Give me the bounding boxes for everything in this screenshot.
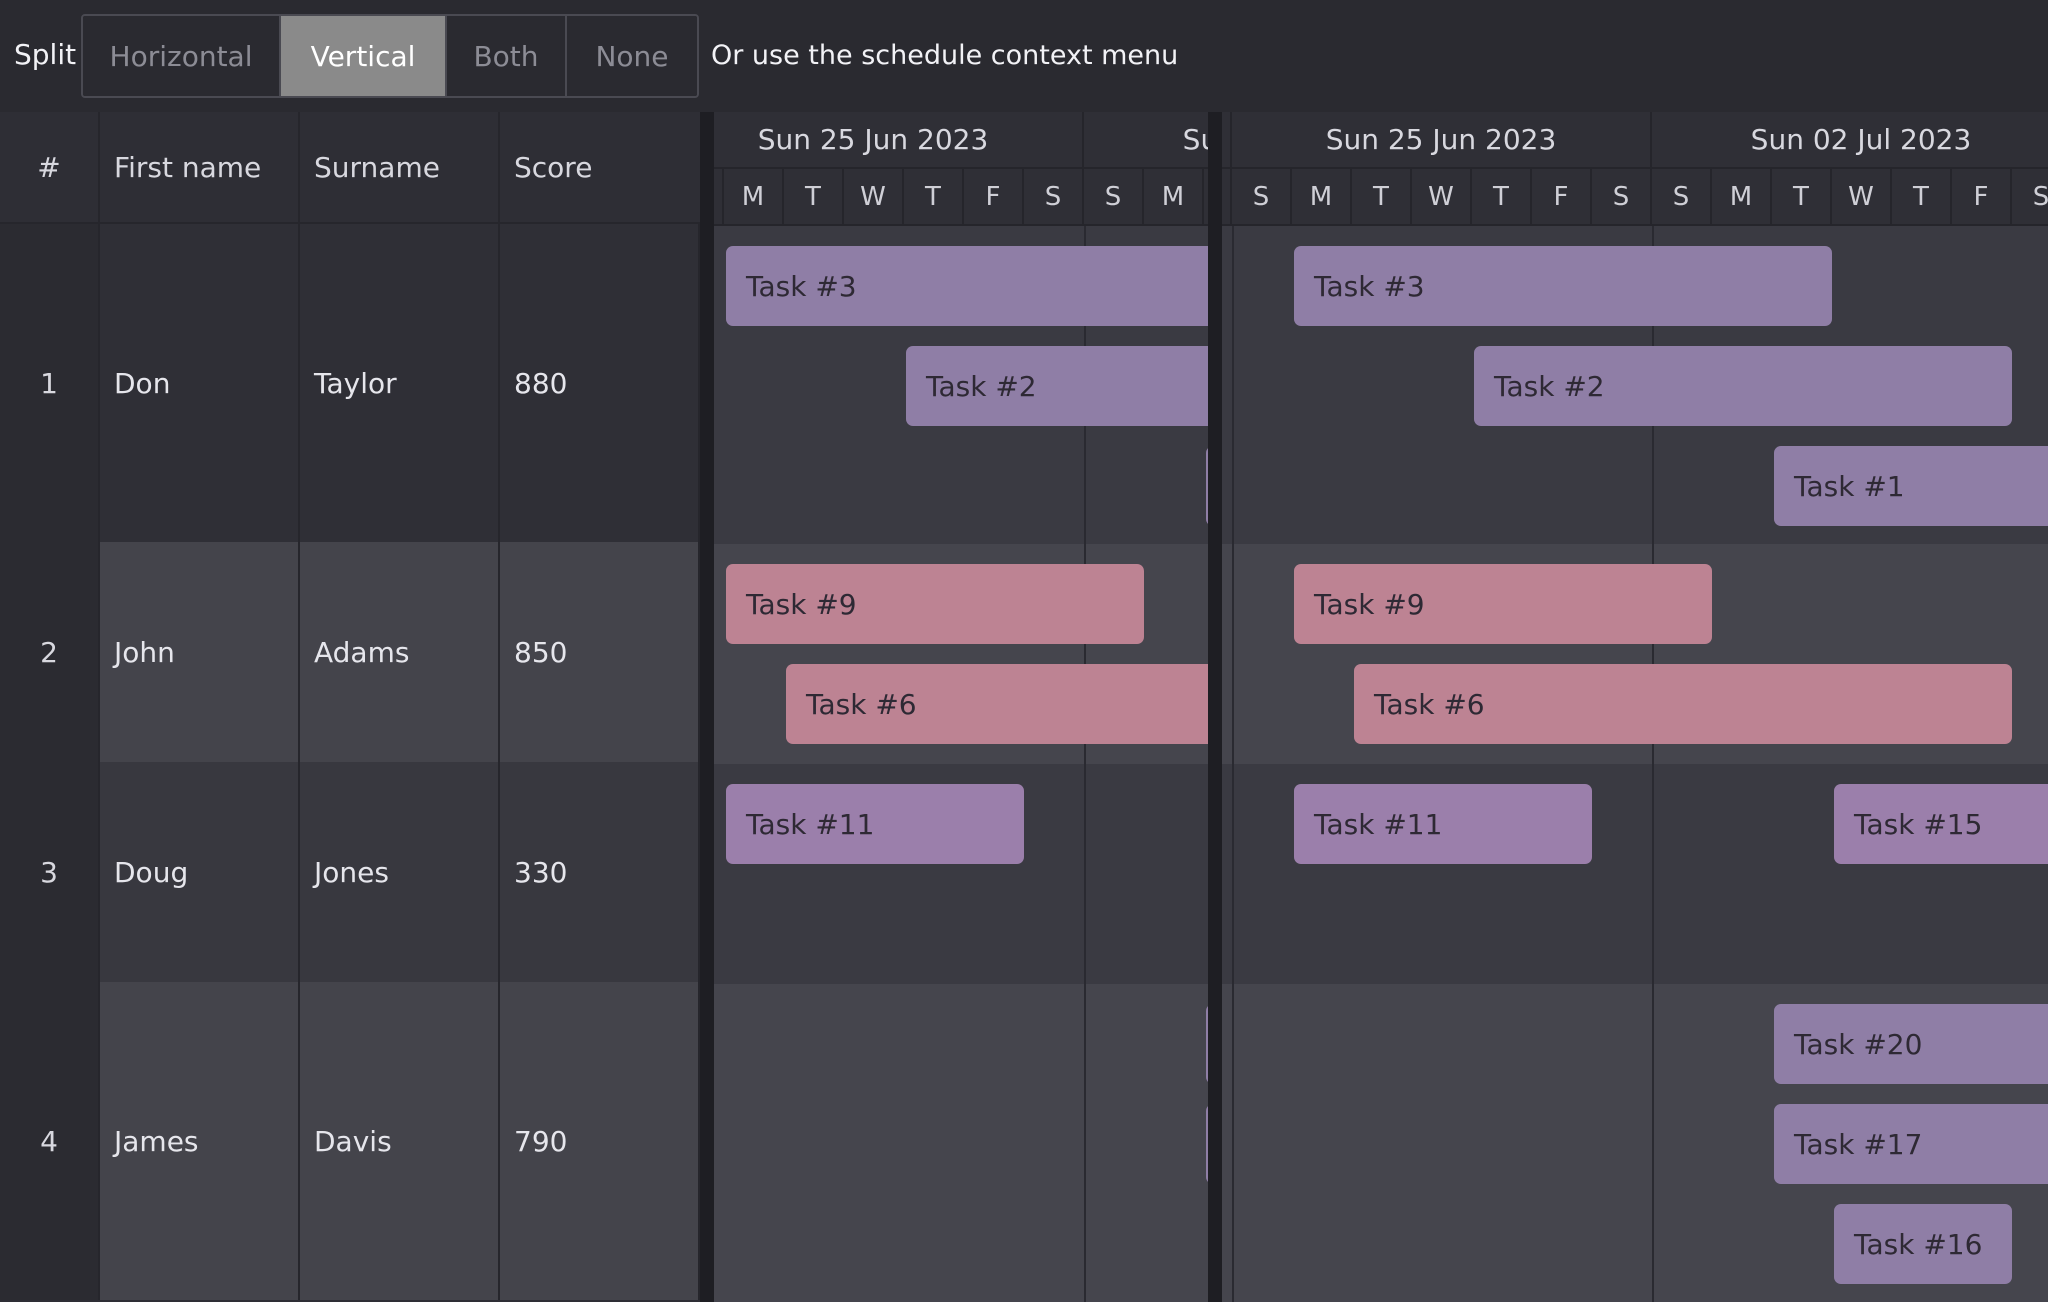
day-header-cell[interactable]: S	[1024, 169, 1084, 224]
event-bar[interactable]: Task #17	[1774, 1104, 2048, 1184]
day-header-cell[interactable]: W	[1412, 169, 1472, 224]
timeaxis-day-header: SMTWTFSSMTWTFSSMTWTFS	[714, 169, 1208, 226]
surname-cell: Taylor	[300, 224, 500, 542]
day-header-cell[interactable]: W	[844, 169, 904, 224]
schedule-row[interactable]	[714, 984, 1208, 1302]
week-header-cell[interactable]: Sun 02 Jul 2023	[1084, 112, 1208, 167]
event-bar[interactable]: Task #15	[1834, 784, 2048, 864]
score-cell: 880	[500, 224, 700, 542]
event-bar[interactable]: Task #11	[726, 784, 1024, 864]
event-bar[interactable]: Task #2	[1474, 346, 2012, 426]
day-header-cell[interactable]: M	[724, 169, 784, 224]
row-number-cell: 2	[0, 542, 100, 762]
timeaxis-day-header: SMTWTFSSMTWTFSSMTWTFS	[1222, 169, 2048, 226]
grid-row[interactable]: 2 John Adams 850	[0, 542, 700, 762]
day-header-cell[interactable]: S	[1592, 169, 1652, 224]
day-header-cell[interactable]: S	[1222, 169, 1232, 224]
week-header-cell[interactable]: Sun 18 Jun 2023	[1222, 112, 1232, 167]
day-header-cell[interactable]: F	[1952, 169, 2012, 224]
day-header-cell[interactable]: S	[2012, 169, 2048, 224]
score-cell: 330	[500, 762, 700, 982]
week-header-cell[interactable]: Sun 25 Jun 2023	[714, 112, 1084, 167]
hint-text: Or use the schedule context menu	[711, 40, 1179, 71]
row-number-cell: 1	[0, 224, 100, 542]
schedule-splitter[interactable]	[1208, 112, 1222, 1302]
event-bar[interactable]: Task #11	[1294, 784, 1592, 864]
split-vertical-button[interactable]: Vertical	[281, 16, 447, 96]
event-bar[interactable]: Task #9	[1294, 564, 1712, 644]
timeaxis-week-header: Sun 18 Jun 2023Sun 25 Jun 2023Sun 02 Jul…	[1222, 112, 2048, 169]
timeaxis-week-header: Sun 18 Jun 2023Sun 25 Jun 2023Sun 02 Jul…	[714, 112, 1208, 169]
row-number-cell: 3	[0, 762, 100, 982]
split-button-group: Horizontal Vertical Both None	[81, 14, 699, 98]
first-name-cell: John	[100, 542, 300, 762]
score-cell: 850	[500, 542, 700, 762]
split-none-button[interactable]: None	[567, 16, 697, 96]
column-header-first-name[interactable]: First name	[100, 112, 300, 224]
event-bar[interactable]: Task #6	[1354, 664, 2012, 744]
day-header-cell[interactable]: F	[964, 169, 1024, 224]
event-bar[interactable]: Task #3	[726, 246, 1208, 326]
schedule-pane-left[interactable]: Sun 18 Jun 2023Sun 25 Jun 2023Sun 02 Jul…	[714, 112, 1208, 1302]
day-header-cell[interactable]: W	[1832, 169, 1892, 224]
day-header-cell[interactable]: M	[1144, 169, 1204, 224]
event-bar[interactable]: Task #2	[906, 346, 1208, 426]
day-header-cell[interactable]: M	[1712, 169, 1772, 224]
first-name-cell: Don	[100, 224, 300, 542]
split-label: Split	[14, 38, 77, 71]
grid-splitter[interactable]	[700, 112, 714, 1302]
day-header-cell[interactable]: T	[1472, 169, 1532, 224]
day-header-cell[interactable]: S	[1652, 169, 1712, 224]
resource-grid: # First name Surname Score 1 Don Taylor 880…	[0, 112, 700, 1302]
week-header-cell[interactable]: Sun 02 Jul 2023	[1652, 112, 2048, 167]
surname-cell: Jones	[300, 762, 500, 982]
day-header-cell[interactable]: T	[1892, 169, 1952, 224]
event-bar[interactable]: Task #9	[726, 564, 1144, 644]
score-cell: 790	[500, 982, 700, 1300]
toolbar: Split Horizontal Vertical Both None Or u…	[0, 0, 2048, 112]
event-bar[interactable]: Task #16	[1834, 1204, 2012, 1284]
day-header-cell[interactable]: F	[1532, 169, 1592, 224]
day-header-cell[interactable]: S	[1232, 169, 1292, 224]
event-bar[interactable]: Task #3	[1294, 246, 1832, 326]
day-header-cell[interactable]: M	[1292, 169, 1352, 224]
event-bar[interactable]: Task #20	[1774, 1004, 2048, 1084]
column-header-surname[interactable]: Surname	[300, 112, 500, 224]
day-header-cell[interactable]: T	[784, 169, 844, 224]
day-header-cell[interactable]: T	[1352, 169, 1412, 224]
row-number-cell: 4	[0, 982, 100, 1300]
split-both-button[interactable]: Both	[447, 16, 567, 96]
week-header-cell[interactable]: Sun 25 Jun 2023	[1232, 112, 1652, 167]
event-bar[interactable]: Task #1	[1774, 446, 2048, 526]
day-header-cell[interactable]: S	[1084, 169, 1144, 224]
first-name-cell: James	[100, 982, 300, 1300]
surname-cell: Adams	[300, 542, 500, 762]
day-header-cell[interactable]: T	[904, 169, 964, 224]
surname-cell: Davis	[300, 982, 500, 1300]
schedule-pane-right[interactable]: Sun 18 Jun 2023Sun 25 Jun 2023Sun 02 Jul…	[1222, 112, 2048, 1302]
day-header-cell[interactable]: S	[714, 169, 724, 224]
column-header-number[interactable]: #	[0, 112, 100, 224]
grid-row[interactable]: 4 James Davis 790	[0, 982, 700, 1300]
first-name-cell: Doug	[100, 762, 300, 982]
event-bar[interactable]: Task #6	[786, 664, 1208, 744]
grid-row[interactable]: 3 Doug Jones 330	[0, 762, 700, 982]
column-header-score[interactable]: Score	[500, 112, 700, 224]
week-separator	[1232, 226, 1234, 1302]
grid-row[interactable]: 1 Don Taylor 880	[0, 224, 700, 542]
day-header-cell[interactable]: T	[1772, 169, 1832, 224]
split-horizontal-button[interactable]: Horizontal	[83, 16, 281, 96]
